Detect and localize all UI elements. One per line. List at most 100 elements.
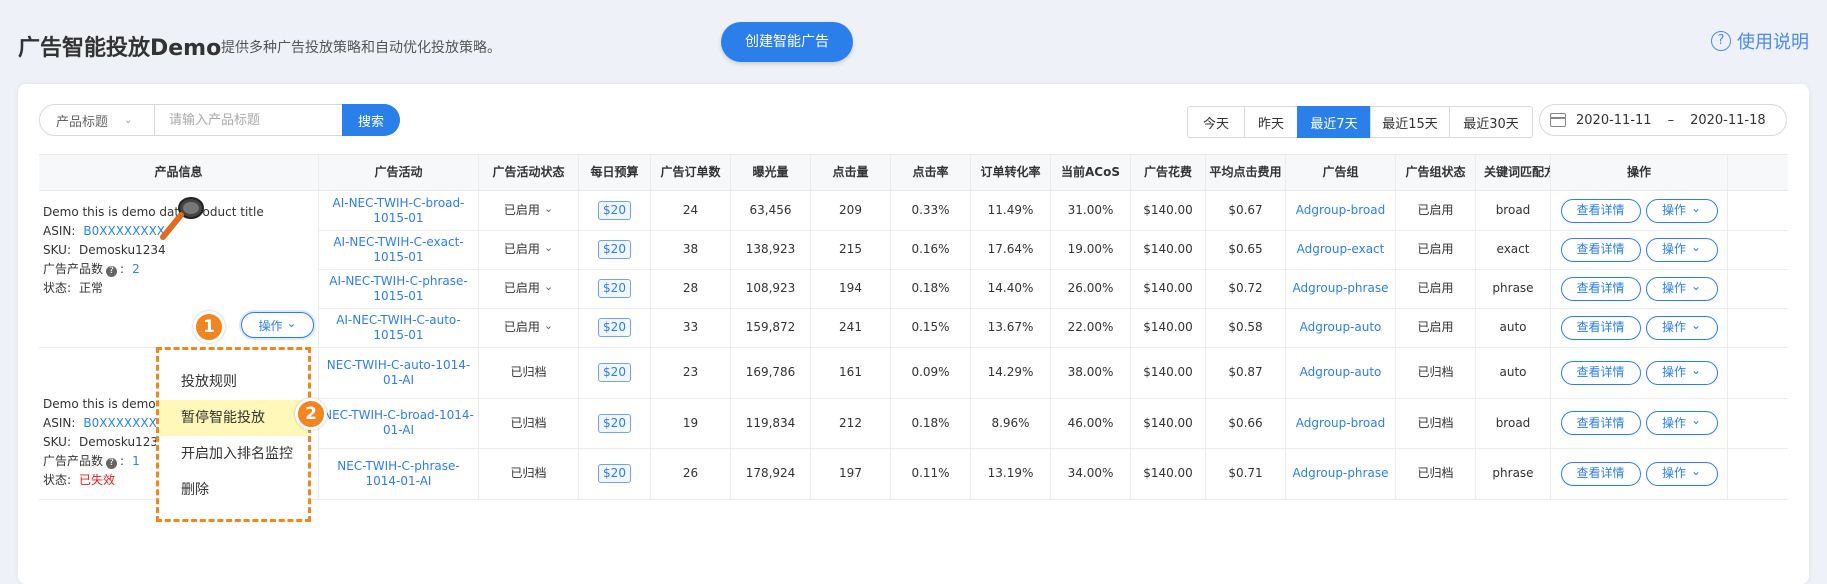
view-detail-button[interactable]: 查看详情 [1560,360,1641,385]
asin-value[interactable]: B0XXXXXXX [83,416,156,430]
budget-value[interactable]: $20 [598,240,631,259]
campaign-value[interactable]: NEC-TWIH-C-broad-1014-01-AI [319,408,478,438]
budget-value[interactable]: $20 [598,413,631,433]
budget-value[interactable]: $20 [598,318,631,337]
view-detail-button[interactable]: 查看详情 [1560,198,1641,223]
impr-value: 178,924 [745,466,796,480]
view-detail-button[interactable]: 查看详情 [1560,461,1641,486]
cpc-value: $0.87 [1228,365,1263,379]
date-tab[interactable]: 最近7天 [1297,106,1371,138]
cell-acos: 34.00% [1051,448,1131,499]
count-label: 广告产品数 [43,454,104,468]
cell-actions: 查看详情 操作 ⌄ [1551,191,1728,230]
spend-value: $140.00 [1143,203,1193,217]
row-action-button[interactable]: 操作 ⌄ [1645,461,1718,486]
top-header: 广告智能投放Demo 提供多种广告投放策略和自动优化投放策略。 创建智能广告 ?… [0,0,1827,84]
column-header: 每日预算 [579,155,651,190]
cell-cvr: 8.96% [971,398,1051,448]
ctr-value: 0.33% [911,203,950,217]
menu-item[interactable]: 删除 [159,472,308,508]
colon: : [120,262,125,276]
spend-value: $140.00 [1143,415,1193,430]
group-value[interactable]: Adgroup-broad [1296,203,1385,218]
status-value: 正常 [79,281,104,295]
menu-item[interactable]: 投放规则 [159,364,308,400]
cell-spend: $140.00 [1131,448,1206,499]
column-header: 广告花费 [1131,155,1206,190]
search-field-select[interactable]: 产品标题 ⌄ [40,105,155,135]
group-value[interactable]: Adgroup-broad [1296,416,1385,431]
cell-campaign: AI-NEC-TWIH-C-exact-1015-01 [319,230,479,269]
product-action-button[interactable]: 操作 ⌄ [241,312,314,338]
help-link[interactable]: ? 使用说明 [1711,28,1809,54]
menu-item[interactable]: 开启加入排名监控 [159,436,308,472]
row-action-label: 操作 [1661,466,1686,480]
row-action-button[interactable]: 操作 ⌄ [1645,315,1718,340]
gstatus-value: 已归档 [1417,466,1454,480]
column-header: 广告活动状态 [479,155,579,190]
orders-value: 38 [682,242,699,256]
date-tab[interactable]: 最近30天 [1449,106,1533,138]
cvr-value: 8.96% [991,415,1030,430]
view-detail-button[interactable]: 查看详情 [1560,315,1641,340]
campaign-value[interactable]: AI-NEC-TWIH-C-phrase-1015-01 [319,274,478,304]
cell-actions: 查看详情 操作 ⌄ [1551,347,1728,398]
date-range-picker[interactable]: 2020-11-11 – 2020-11-18 [1539,104,1787,136]
cell-actions: 查看详情 操作 ⌄ [1551,308,1728,347]
row-action-button[interactable]: 操作 ⌄ [1645,237,1718,262]
chevron-down-icon[interactable]: ⌄ [544,201,553,216]
sku-value: Demosku1234 [79,435,166,449]
view-detail-button[interactable]: 查看详情 [1560,411,1641,435]
cell-cvr: 13.19% [971,448,1051,499]
search-button[interactable]: 搜索 [342,104,400,136]
date-tab[interactable]: 昨天 [1244,106,1298,138]
help-label: 使用说明 [1737,32,1809,53]
search-input[interactable] [155,105,342,135]
action-dropdown-menu: 投放规则 暂停智能投放 开启加入排名监控 删除 [156,347,311,522]
cell-acos: 31.00% [1051,191,1131,230]
campaign-value[interactable]: AI-NEC-TWIH-C-auto-1015-01 [319,313,478,343]
campaign-value[interactable]: AI-NEC-TWIH-C-broad-1015-01 [319,196,478,226]
asin-value[interactable]: B0XXXXXXXX [83,224,165,238]
group-value[interactable]: Adgroup-auto [1300,365,1382,380]
cell-cpc: $0.71 [1206,448,1286,499]
row-action-button[interactable]: 操作 ⌄ [1645,360,1718,385]
row-action-button[interactable]: 操作 ⌄ [1645,198,1718,223]
row-action-button[interactable]: 操作 ⌄ [1645,276,1718,301]
cell-orders: 26 [651,448,731,499]
cell-actions: 查看详情 操作 ⌄ [1551,230,1728,269]
cell-gstatus: 已启用 [1396,308,1476,347]
column-header: 广告组状态 [1396,155,1476,190]
group-value[interactable]: Adgroup-phrase [1293,281,1389,296]
chevron-down-icon[interactable]: ⌄ [544,279,553,294]
cell-budget: $20 [579,308,651,347]
budget-value[interactable]: $20 [598,363,631,382]
count-value[interactable]: 2 [132,262,140,276]
create-smart-ad-button[interactable]: 创建智能广告 [721,22,853,62]
view-detail-button[interactable]: 查看详情 [1560,276,1641,301]
budget-value[interactable]: $20 [598,201,631,220]
campaign-value[interactable]: NEC-TWIH-C-auto-1014-01-AI [319,358,478,388]
group-value[interactable]: Adgroup-auto [1300,320,1382,335]
view-detail-button[interactable]: 查看详情 [1560,237,1641,262]
cell-clicks: 161 [811,347,891,398]
count-value[interactable]: 1 [132,454,140,468]
cell-ctr: 0.33% [891,191,971,230]
budget-value[interactable]: $20 [598,464,631,483]
date-tab[interactable]: 最近15天 [1370,106,1450,138]
campaign-value[interactable]: AI-NEC-TWIH-C-exact-1015-01 [319,235,478,265]
chevron-down-icon[interactable]: ⌄ [544,240,553,255]
cell-budget: $20 [579,398,651,448]
cell-spend: $140.00 [1131,191,1206,230]
group-value[interactable]: Adgroup-exact [1297,242,1385,257]
campaign-value[interactable]: NEC-TWIH-C-phrase-1014-01-AI [319,459,478,489]
row-action-button[interactable]: 操作 ⌄ [1645,411,1718,435]
chevron-down-icon[interactable]: ⌄ [544,318,553,333]
product-line: 状态: 正常 [43,279,264,298]
budget-value[interactable]: $20 [598,279,631,298]
chevron-down-icon: ⌄ [1690,413,1702,427]
clicks-value: 197 [839,466,862,480]
group-value[interactable]: Adgroup-phrase [1293,466,1389,481]
menu-item[interactable]: 暂停智能投放 [159,400,308,436]
date-tab[interactable]: 今天 [1187,106,1245,138]
